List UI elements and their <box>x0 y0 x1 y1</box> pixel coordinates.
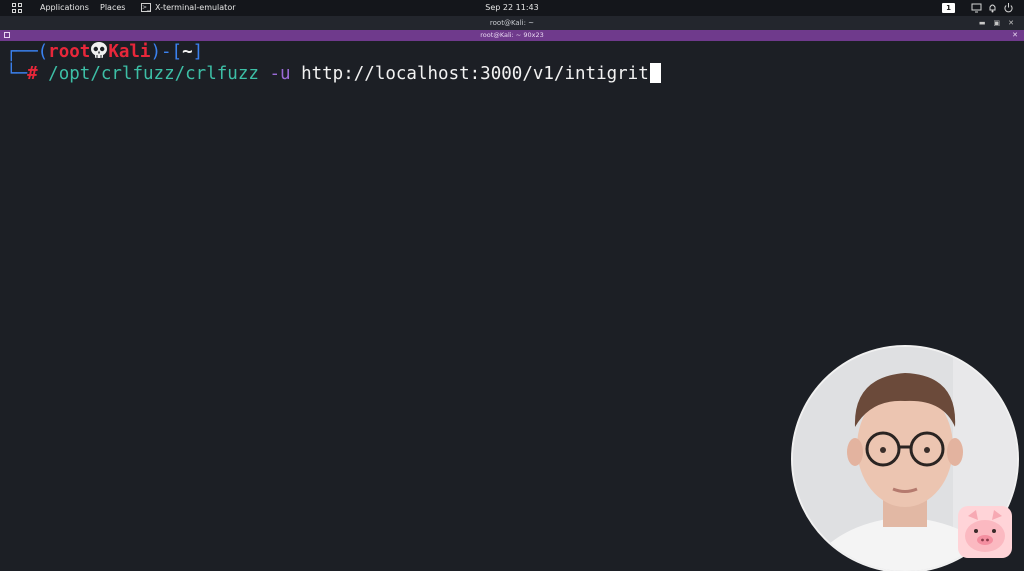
pig-icon <box>965 510 1005 552</box>
prompt-frame-close: ] <box>192 42 204 62</box>
screen-icon[interactable] <box>971 2 982 13</box>
bell-icon[interactable] <box>987 2 998 13</box>
top-panel: Applications Places >_ X-terminal-emulat… <box>0 0 1024 16</box>
prompt-frame-open: ┌──( <box>6 42 49 62</box>
command-line[interactable]: └─# /opt/crlfuzz/crlfuzz -u http://local… <box>6 63 661 85</box>
tab-menu-icon[interactable] <box>4 32 10 38</box>
command-argument: http://localhost:3000/v1/intigrit <box>301 64 649 84</box>
command-flag: -u <box>269 64 291 84</box>
menu-places[interactable]: Places <box>100 3 125 12</box>
window-title-bar[interactable]: root@Kali: ~ ▬ ▣ ✕ <box>0 16 1024 30</box>
pig-logo <box>958 506 1012 558</box>
clock[interactable]: Sep 22 11:43 <box>485 3 538 12</box>
workspace-indicator[interactable]: 1 <box>942 3 955 13</box>
prompt-corner: └─ <box>6 64 28 84</box>
tab-title: root@Kali: ~ 90x23 <box>480 31 544 39</box>
menu-applications[interactable]: Applications <box>40 3 89 12</box>
prompt-user: root <box>48 42 91 62</box>
tab-close-icon[interactable]: ✕ <box>1012 30 1018 41</box>
prompt-host: Kali <box>108 42 151 62</box>
power-icon[interactable] <box>1003 2 1014 13</box>
terminal-tab-bar[interactable]: root@Kali: ~ 90x23 ✕ <box>0 30 1024 41</box>
taskbar-terminal-app[interactable]: X-terminal-emulator <box>155 3 236 12</box>
minimize-icon[interactable]: ▬ <box>979 16 986 30</box>
command-program: /opt/crlfuzz/crlfuzz <box>48 64 259 84</box>
prompt-line: ┌──(root Kali)-[~] <box>6 41 203 63</box>
terminal-icon: >_ <box>141 3 151 12</box>
text-cursor <box>649 63 661 83</box>
prompt-directory: ~ <box>182 42 193 62</box>
maximize-icon[interactable]: ▣ <box>994 16 1001 30</box>
skull-icon <box>91 42 108 58</box>
prompt-hash: # <box>27 64 38 84</box>
prompt-frame-mid: )-[ <box>150 42 183 62</box>
grid-icon[interactable] <box>12 3 22 13</box>
close-icon[interactable]: ✕ <box>1008 16 1014 30</box>
window-title: root@Kali: ~ <box>489 19 535 27</box>
